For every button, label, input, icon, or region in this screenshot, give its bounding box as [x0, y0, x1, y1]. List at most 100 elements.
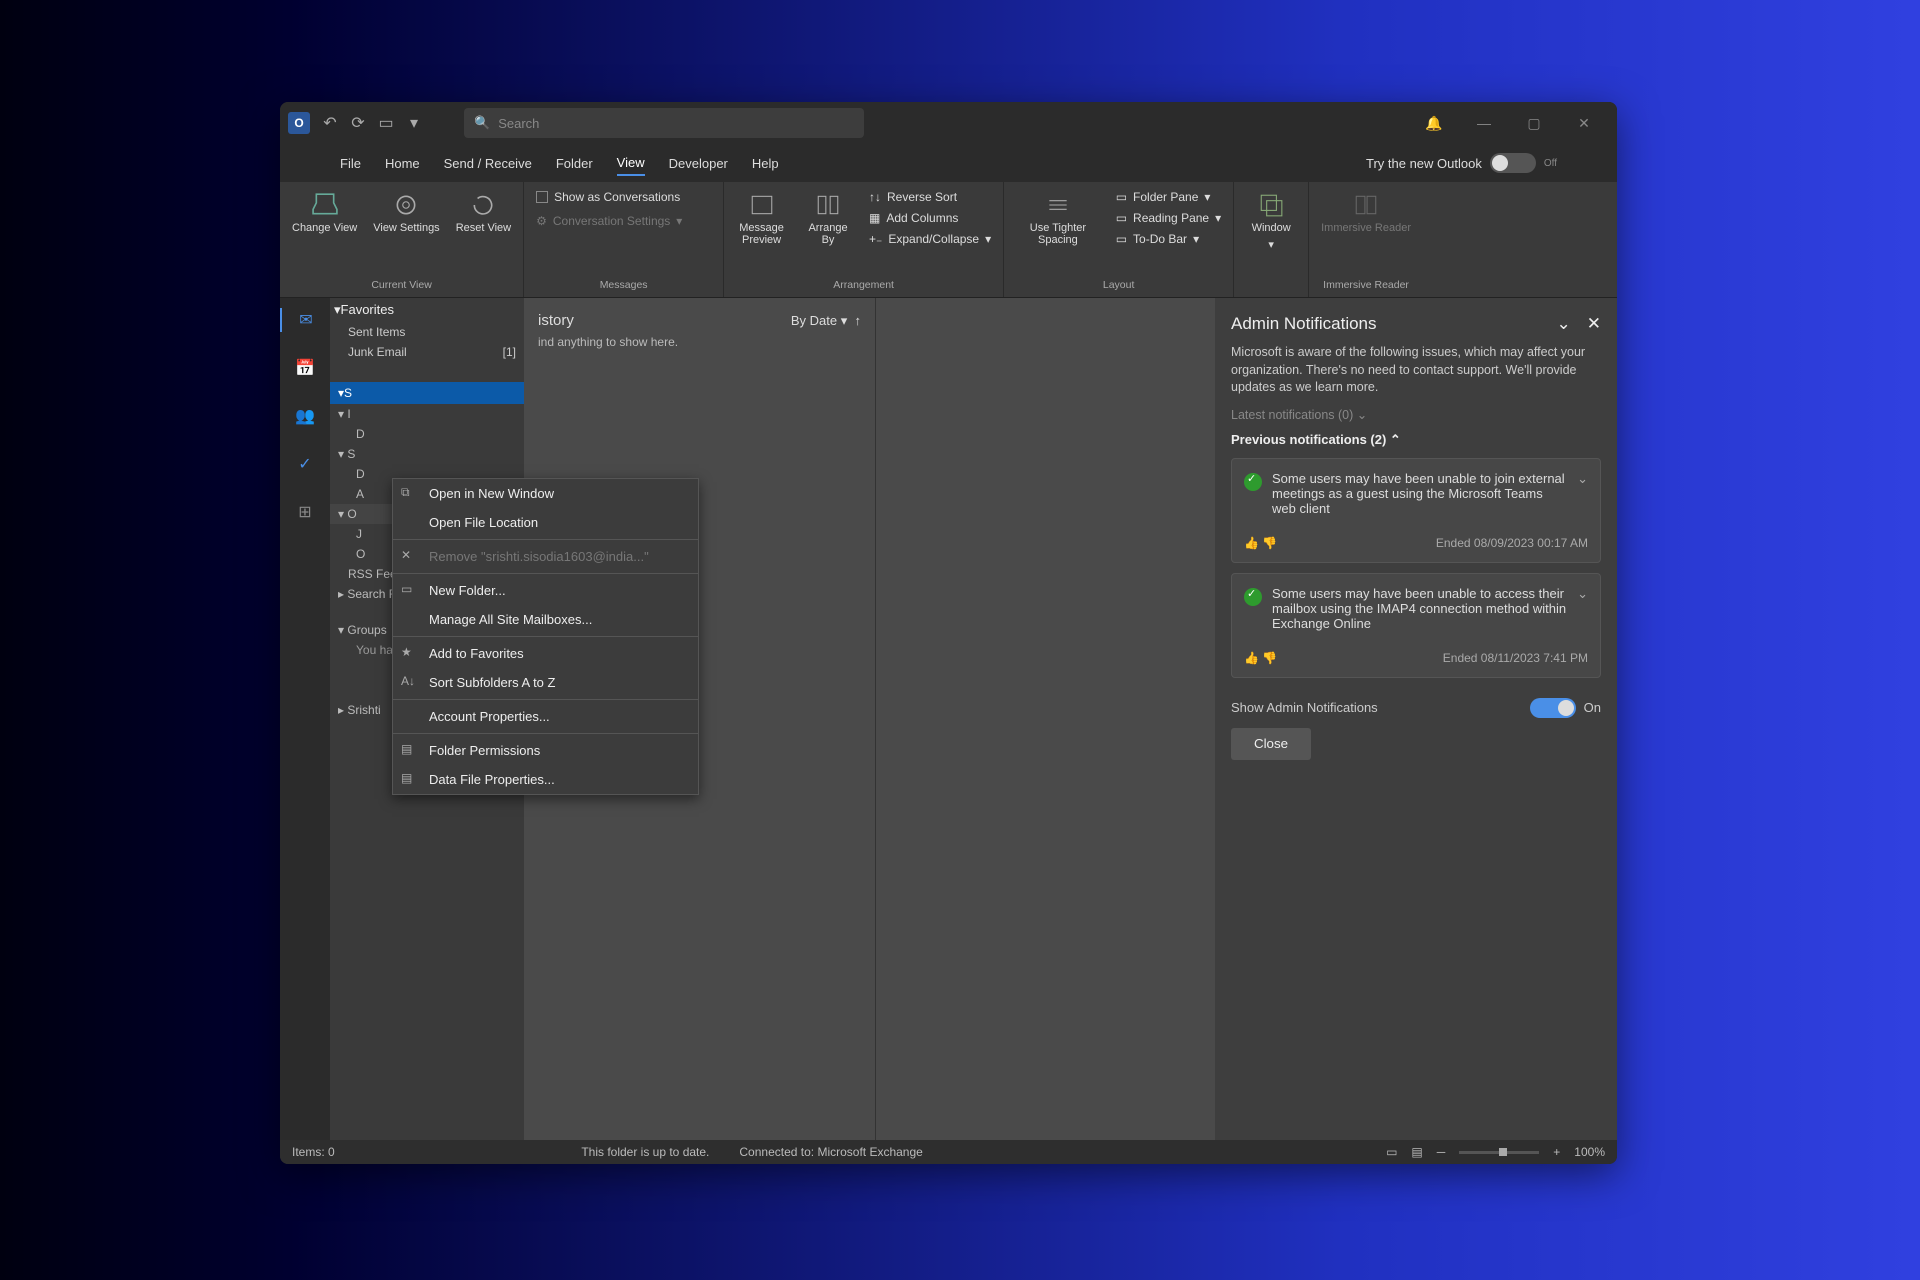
view-normal-icon[interactable]: ▭ [1386, 1145, 1397, 1159]
search-input[interactable]: 🔍 Search [464, 108, 864, 138]
context-menu-item[interactable]: Open File Location [393, 508, 698, 537]
add-columns-button[interactable]: ▦ Add Columns [865, 209, 995, 227]
group-current-view-label: Current View [288, 279, 515, 291]
context-menu: ⧉Open in New WindowOpen File Location✕Re… [392, 478, 699, 795]
context-menu-item[interactable]: A↓Sort Subfolders A to Z [393, 668, 698, 697]
collapse-icon[interactable]: ⌄ [1557, 314, 1571, 333]
reverse-sort-button[interactable]: ↑↓ Reverse Sort [865, 188, 995, 206]
latest-notifications-header[interactable]: Latest notifications (0) ⌄ [1231, 407, 1601, 422]
refresh-icon[interactable]: ⟳ [348, 113, 368, 133]
ended-timestamp: Ended 08/11/2023 7:41 PM [1443, 651, 1588, 665]
empty-message: ind anything to show here. [538, 335, 861, 349]
mail-icon[interactable]: ✉ [280, 308, 330, 332]
more-apps-icon[interactable]: ⊞ [293, 500, 317, 524]
group-layout-label: Layout [1012, 279, 1225, 291]
folder-inbox[interactable]: ▾ I [330, 404, 524, 424]
feedback-icons[interactable]: 👍 👎 [1244, 536, 1277, 550]
todo-bar-button[interactable]: ▭ To-Do Bar ▾ [1112, 230, 1225, 248]
context-menu-item[interactable]: ▭New Folder... [393, 576, 698, 605]
folder-d1[interactable]: D [330, 424, 524, 444]
maximize-button[interactable]: ▢ [1519, 115, 1549, 132]
previous-notifications-header[interactable]: Previous notifications (2) ⌃ [1231, 432, 1601, 448]
try-new-outlook-toggle[interactable] [1490, 153, 1536, 173]
immersive-reader-button: Immersive Reader [1317, 188, 1415, 238]
undo-icon[interactable]: ↶ [320, 113, 340, 133]
reading-pane-button[interactable]: ▭ Reading Pane ▾ [1112, 209, 1225, 227]
archive-icon[interactable]: ▭ [376, 113, 396, 133]
close-pane-icon[interactable]: ✕ [1587, 314, 1601, 333]
nav-rail: ✉ 📅 👥 ✓ ⊞ [280, 298, 330, 1140]
group-arrangement-label: Arrangement [732, 279, 995, 291]
context-menu-item[interactable]: Account Properties... [393, 702, 698, 731]
use-tighter-spacing-button[interactable]: Use Tighter Spacing [1012, 188, 1104, 250]
context-menu-item[interactable]: ⧉Open in New Window [393, 479, 698, 508]
favorites-header[interactable]: ▾Favorites [330, 298, 524, 322]
qat-dropdown-icon[interactable]: ▾ [404, 113, 424, 133]
show-as-conversations-checkbox[interactable]: Show as Conversations [532, 188, 684, 206]
minimize-button[interactable]: — [1469, 115, 1499, 131]
reading-pane [875, 298, 1215, 1140]
menu-item-icon: ⧉ [401, 485, 417, 501]
tab-view[interactable]: View [617, 151, 645, 176]
tab-send-receive[interactable]: Send / Receive [444, 152, 532, 175]
tab-developer[interactable]: Developer [669, 152, 728, 175]
ended-timestamp: Ended 08/09/2023 00:17 AM [1436, 536, 1588, 550]
notification-card[interactable]: Some users may have been unable to join … [1231, 458, 1601, 563]
tab-file[interactable]: File [340, 152, 361, 175]
zoom-level: 100% [1574, 1145, 1605, 1159]
outlook-logo: O [288, 112, 310, 134]
status-bar: Items: 0 This folder is up to date. Conn… [280, 1140, 1617, 1164]
expand-collapse-button[interactable]: +₋ Expand/Collapse ▾ [865, 230, 995, 248]
window-button[interactable]: Window▾ [1242, 188, 1300, 255]
feedback-icons[interactable]: 👍 👎 [1244, 651, 1277, 665]
reset-view-button[interactable]: Reset View [452, 188, 515, 238]
context-menu-item[interactable]: ▤Folder Permissions [393, 736, 698, 765]
notification-card[interactable]: Some users may have been unable to acces… [1231, 573, 1601, 678]
folder-title: istory [538, 312, 574, 329]
quick-access-toolbar: ↶ ⟳ ▭ ▾ [320, 113, 424, 133]
message-preview-button[interactable]: Message Preview [732, 188, 791, 250]
tab-help[interactable]: Help [752, 152, 779, 175]
status-resolved-icon [1244, 473, 1262, 491]
zoom-in-icon[interactable]: + [1553, 1145, 1560, 1159]
menu-item-icon: ▤ [401, 742, 417, 758]
connection-status: Connected to: Microsoft Exchange [739, 1145, 922, 1159]
admin-notifications-pane: Admin Notifications ⌄✕ Microsoft is awar… [1215, 298, 1617, 1140]
folder-junk-email[interactable]: Junk Email[1] [330, 342, 524, 362]
chevron-down-icon[interactable]: ⌄ [1577, 586, 1588, 631]
folder-sent-items[interactable]: Sent Items [330, 322, 524, 342]
folder-pane-button[interactable]: ▭ Folder Pane ▾ [1112, 188, 1225, 206]
change-view-button[interactable]: Change View [288, 188, 361, 238]
chevron-down-icon[interactable]: ⌄ [1577, 471, 1588, 516]
context-menu-item[interactable]: Manage All Site Mailboxes... [393, 605, 698, 634]
search-placeholder: Search [498, 116, 539, 131]
tab-home[interactable]: Home [385, 152, 420, 175]
calendar-icon[interactable]: 📅 [293, 356, 317, 380]
menu-item-icon: A↓ [401, 674, 417, 690]
bell-icon[interactable]: 🔔 [1419, 115, 1449, 132]
folder-s2[interactable]: ▾ S [330, 444, 524, 464]
admin-pane-header: Admin Notifications ⌄✕ [1231, 314, 1601, 334]
titlebar: O ↶ ⟳ ▭ ▾ 🔍 Search 🔔 — ▢ ✕ [280, 102, 1617, 144]
zoom-out-icon[interactable]: ─ [1437, 1145, 1446, 1159]
show-admin-toggle[interactable] [1530, 698, 1576, 718]
view-settings-button[interactable]: View Settings [369, 188, 443, 238]
tasks-icon[interactable]: ✓ [293, 452, 317, 476]
view-reading-icon[interactable]: ▤ [1411, 1145, 1422, 1159]
group-messages-label: Messages [532, 279, 715, 291]
menu-item-icon: ✕ [401, 548, 417, 564]
arrange-by-button[interactable]: Arrange By [799, 188, 857, 250]
sort-by-date[interactable]: By Date ▾ ↑ [791, 313, 861, 329]
context-menu-item[interactable]: ★Add to Favorites [393, 639, 698, 668]
close-admin-button[interactable]: Close [1231, 728, 1311, 760]
tab-folder[interactable]: Folder [556, 152, 593, 175]
folder-status: This folder is up to date. [581, 1145, 709, 1159]
show-admin-notifications-label: Show Admin Notifications [1231, 700, 1378, 715]
zoom-slider[interactable] [1459, 1151, 1539, 1154]
menu-bar: File Home Send / Receive Folder View Dev… [280, 144, 1617, 182]
selected-account[interactable]: ▾S [330, 382, 524, 404]
admin-intro: Microsoft is aware of the following issu… [1231, 344, 1601, 397]
people-icon[interactable]: 👥 [293, 404, 317, 428]
context-menu-item[interactable]: ▤Data File Properties... [393, 765, 698, 794]
close-button[interactable]: ✕ [1569, 115, 1599, 132]
